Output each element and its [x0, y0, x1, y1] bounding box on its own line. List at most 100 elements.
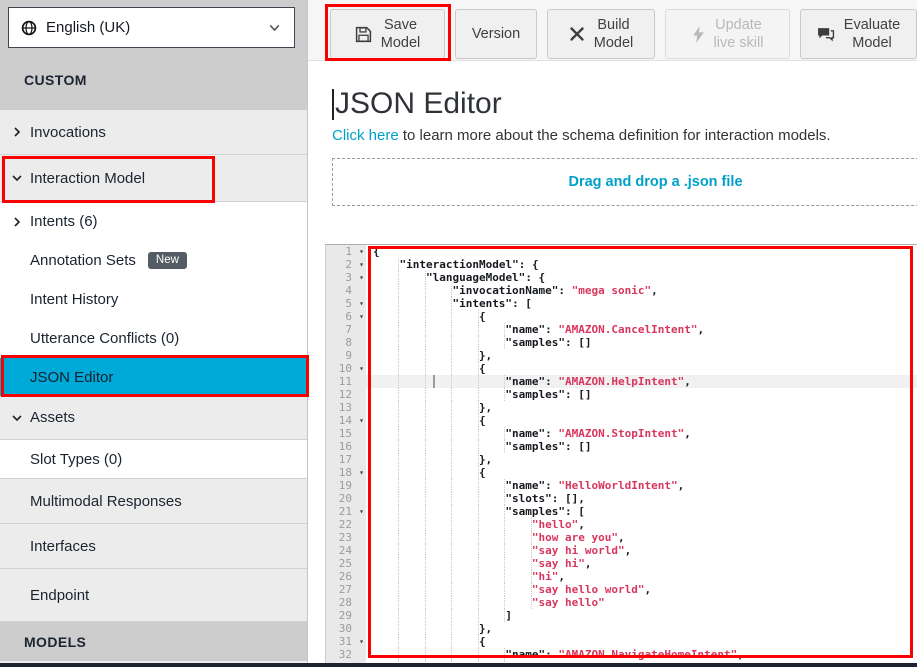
sidebar-item-label: Slot Types (0)	[30, 451, 122, 468]
sidebar-item-interfaces[interactable]: Interfaces	[0, 524, 307, 569]
dropzone-label: Drag and drop a .json file	[568, 174, 742, 190]
sidebar-item-json-editor[interactable]: JSON Editor	[0, 358, 307, 396]
fold-arrow-icon[interactable]: ▾	[359, 466, 364, 479]
save-model-button[interactable]: Save Model	[330, 9, 445, 59]
line-number: 6▾	[326, 310, 366, 323]
code-line[interactable]: "say hello"	[366, 596, 917, 609]
line-number: 23	[326, 531, 366, 544]
code-line[interactable]: {	[366, 414, 917, 427]
sidebar-item-intents-6[interactable]: Intents (6)	[0, 202, 307, 241]
code-line[interactable]: {	[366, 310, 917, 323]
code-line[interactable]: "samples": []	[366, 440, 917, 453]
evaluate-model-button[interactable]: Evaluate Model	[800, 9, 917, 59]
chevron-down-icon[interactable]	[10, 411, 30, 425]
code-line[interactable]: {	[366, 635, 917, 648]
fold-arrow-icon[interactable]: ▾	[359, 505, 364, 518]
button-label: Version	[472, 25, 520, 43]
text-caret	[332, 89, 334, 120]
editor-code[interactable]: {"interactionModel": {"languageModel": {…	[366, 245, 917, 667]
chevron-right-icon[interactable]	[10, 215, 30, 229]
sidebar-item-utterance-conflicts-0[interactable]: Utterance Conflicts (0)	[0, 318, 307, 358]
sidebar-item-annotation-sets[interactable]: Annotation SetsNew	[0, 241, 307, 280]
click-here-link[interactable]: Click here	[332, 127, 399, 144]
chevron-right-icon[interactable]	[10, 125, 30, 139]
json-dropzone[interactable]: Drag and drop a .json file	[332, 158, 917, 206]
sidebar-item-slot-types-0[interactable]: Slot Types (0)	[0, 440, 307, 479]
line-number: 26	[326, 570, 366, 583]
sidebar-item-assets[interactable]: Assets	[0, 396, 307, 440]
code-line[interactable]: "interactionModel": {	[366, 258, 917, 271]
bottom-dark-strip	[0, 663, 917, 667]
code-line[interactable]: "name": "AMAZON.StopIntent",	[366, 427, 917, 440]
line-number: 2▾	[326, 258, 366, 271]
page-title: JSON Editor	[332, 87, 917, 121]
chat-icon	[817, 27, 835, 42]
update-live-skill-button[interactable]: Update live skill	[665, 9, 790, 59]
code-line[interactable]: "how are you",	[366, 531, 917, 544]
line-number: 1▾	[326, 245, 366, 258]
json-code-editor[interactable]: 1▾2▾3▾45▾6▾78910▾11121314▾15161718▾19202…	[325, 244, 917, 667]
button-label: Evaluate Model	[844, 16, 900, 52]
content-area: JSON Editor Click here to learn more abo…	[308, 87, 917, 206]
code-line[interactable]: "slots": [],	[366, 492, 917, 505]
code-line[interactable]: "say hi",	[366, 557, 917, 570]
code-line[interactable]: "samples": [	[366, 505, 917, 518]
line-number: 16	[326, 440, 366, 453]
code-line[interactable]: "hello",	[366, 518, 917, 531]
code-line[interactable]: {	[366, 362, 917, 375]
button-label: Save Model	[381, 16, 421, 52]
code-line[interactable]: "languageModel": {	[366, 271, 917, 284]
code-line[interactable]: "intents": [	[366, 297, 917, 310]
build-model-button[interactable]: Build Model	[547, 9, 655, 59]
code-line[interactable]: "samples": []	[366, 336, 917, 349]
line-number: 31▾	[326, 635, 366, 648]
fold-arrow-icon[interactable]: ▾	[359, 414, 364, 427]
code-line[interactable]: },	[366, 622, 917, 635]
code-line[interactable]: "name": "HelloWorldIntent",	[366, 479, 917, 492]
fold-arrow-icon[interactable]: ▾	[359, 258, 364, 271]
line-number: 8	[326, 336, 366, 349]
code-line[interactable]: "hi",	[366, 570, 917, 583]
code-line[interactable]: "say hi world",	[366, 544, 917, 557]
code-line[interactable]: "name": "AMAZON.HelpIntent",	[366, 375, 917, 388]
sidebar-item-interaction-model[interactable]: Interaction Model	[0, 155, 307, 202]
code-line[interactable]: },	[366, 401, 917, 414]
code-line[interactable]: ]	[366, 609, 917, 622]
code-line[interactable]: "name": "AMAZON.NavigateHomeIntent",	[366, 648, 917, 661]
fold-arrow-icon[interactable]: ▾	[359, 297, 364, 310]
code-line[interactable]: "say hello world",	[366, 583, 917, 596]
line-number: 19	[326, 479, 366, 492]
language-selector[interactable]: English (UK)	[8, 7, 295, 48]
chevron-down-icon[interactable]	[10, 171, 30, 185]
sidebar-item-multimodal-responses[interactable]: Multimodal Responses	[0, 479, 307, 524]
sidebar-item-invocations[interactable]: Invocations	[0, 110, 307, 155]
fold-arrow-icon[interactable]: ▾	[359, 362, 364, 375]
sidebar-item-endpoint[interactable]: Endpoint	[0, 569, 307, 622]
editor-gutter: 1▾2▾3▾45▾6▾78910▾11121314▾15161718▾19202…	[326, 245, 366, 667]
sidebar-item-label: Intent History	[30, 291, 118, 308]
version-button[interactable]: Version	[455, 9, 537, 59]
line-number: 10▾	[326, 362, 366, 375]
fold-arrow-icon[interactable]: ▾	[359, 635, 364, 648]
code-line[interactable]: },	[366, 349, 917, 362]
toolbar: Save Model Version Build Model Update live …	[308, 0, 917, 61]
code-line[interactable]: },	[366, 453, 917, 466]
chevron-down-icon	[267, 20, 282, 35]
code-line[interactable]: "invocationName": "mega sonic",	[366, 284, 917, 297]
fold-arrow-icon[interactable]: ▾	[359, 310, 364, 323]
fold-arrow-icon[interactable]: ▾	[359, 245, 364, 258]
code-line[interactable]: "samples": []	[366, 388, 917, 401]
line-number: 18▾	[326, 466, 366, 479]
fold-arrow-icon[interactable]: ▾	[359, 271, 364, 284]
sidebar-item-label: Invocations	[30, 124, 106, 141]
line-number: 24	[326, 544, 366, 557]
sidebar-item-label: Multimodal Responses	[30, 493, 182, 510]
code-line[interactable]: "name": "AMAZON.CancelIntent",	[366, 323, 917, 336]
code-line[interactable]: {	[366, 245, 917, 258]
sidebar-item-intent-history[interactable]: Intent History	[0, 280, 307, 318]
code-line[interactable]: {	[366, 466, 917, 479]
sidebar-item-label: Annotation Sets	[30, 252, 136, 269]
line-number: 7	[326, 323, 366, 336]
line-number: 29	[326, 609, 366, 622]
button-label: Update live skill	[714, 16, 764, 52]
